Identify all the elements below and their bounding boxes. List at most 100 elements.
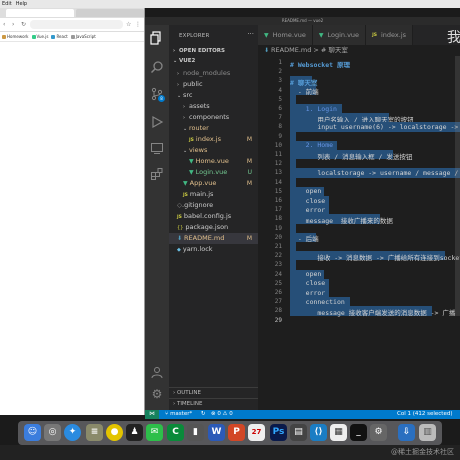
code-line: localstorage -> username / message / i	[290, 168, 460, 177]
file-tree-item[interactable]: ◆ yarn.lock	[169, 244, 258, 255]
finder-icon[interactable]: ☺	[24, 424, 41, 441]
forward-icon[interactable]: ›	[12, 21, 18, 28]
app-c-icon[interactable]: C	[167, 424, 184, 441]
selection-highlight	[290, 260, 296, 270]
problems-status[interactable]: ⊗ 0 ⚠ 0	[211, 410, 233, 419]
vue-file-icon: ▼	[318, 31, 324, 39]
js-file-icon: JS	[177, 215, 182, 220]
file-tree-item[interactable]: ⌄ router	[169, 123, 258, 134]
file-tree-item[interactable]: JS main.js	[169, 189, 258, 200]
file-tree-item[interactable]: ⌄ src	[169, 90, 258, 101]
line-number: 1	[278, 59, 282, 66]
line-number: 2	[278, 68, 282, 76]
terminal-icon[interactable]: _	[350, 424, 367, 441]
browser-tab[interactable]	[6, 9, 74, 17]
file-tree-item[interactable]: › node_modules	[169, 68, 258, 79]
extensions-icon[interactable]	[150, 167, 164, 181]
editor-scrollbar[interactable]	[455, 56, 460, 316]
line-number: 8	[278, 123, 282, 131]
downloads-folder-icon[interactable]: ⇩	[398, 424, 415, 441]
settings-gear-icon[interactable]: ⚙	[150, 387, 164, 401]
back-icon[interactable]: ‹	[3, 21, 9, 28]
app-icon[interactable]: ▮	[187, 424, 204, 441]
code-line: close	[290, 196, 326, 205]
lock-file-icon: ◆	[177, 247, 181, 253]
bookmark-item[interactable]: React	[51, 34, 68, 39]
calendar-icon[interactable]: 27	[248, 424, 265, 441]
notes-icon[interactable]: ≡	[86, 424, 103, 441]
file-tree-item[interactable]: {} package.json	[169, 222, 258, 233]
bookmark-item[interactable]: JavaScript	[70, 34, 96, 39]
wechat-icon[interactable]: ✉	[146, 424, 163, 441]
bookmark-item[interactable]: Homework	[2, 34, 29, 39]
powerpoint-icon[interactable]: P	[228, 424, 245, 441]
word-icon[interactable]: W	[208, 424, 225, 441]
file-tree-item[interactable]: › components	[169, 112, 258, 123]
sync-icon[interactable]: ↻	[201, 410, 206, 419]
outline-section[interactable]: › OUTLINE	[169, 387, 258, 398]
qq-icon[interactable]: ♟	[126, 424, 143, 441]
search-icon[interactable]	[150, 60, 164, 74]
address-bar[interactable]	[30, 20, 123, 29]
selection-highlight	[290, 242, 296, 252]
safari-icon[interactable]: ✦	[64, 424, 81, 441]
menu-icon[interactable]: ⋮	[135, 21, 141, 28]
source-control-icon[interactable]: 8	[150, 87, 165, 102]
selection-highlight	[290, 94, 296, 104]
menu-help[interactable]: Help	[16, 1, 27, 7]
vue-file-icon: ▼	[264, 31, 269, 39]
chrome-icon[interactable]: ●	[106, 424, 123, 441]
system-preferences-icon[interactable]: ⚙	[370, 424, 387, 441]
line-number: 14	[274, 178, 282, 186]
branch-status[interactable]: ⑂ master*	[165, 410, 192, 419]
vscode-dock-icon[interactable]: ⟨⟩	[310, 424, 327, 441]
file-tree-item[interactable]: ◇.gitignore	[169, 200, 258, 211]
code-line: input username(6) -> localstorage -> e	[290, 122, 460, 131]
accounts-icon[interactable]	[150, 365, 164, 379]
cursor-position[interactable]: Col 1 (412 selected)	[397, 410, 452, 419]
tab-overflow-text: 我	[447, 30, 460, 46]
line-number: 25	[274, 279, 282, 287]
browser-toolbar: ‹ › ↻ ☆ ⋮	[0, 18, 144, 32]
browser-tab[interactable]	[76, 9, 144, 17]
editor-tab[interactable]: ▼ Home.vue	[258, 25, 313, 45]
code-line: close	[290, 279, 326, 288]
file-tree-label: components	[189, 113, 230, 121]
breadcrumb[interactable]: ⬇ README.md > # 聊天室	[258, 45, 460, 56]
more-actions-icon[interactable]: ···	[247, 30, 254, 38]
line-number: 15	[274, 187, 282, 195]
bookmark-icon	[70, 34, 75, 39]
remote-explorer-icon[interactable]	[150, 141, 164, 155]
trash-icon[interactable]: ▥	[419, 424, 436, 441]
run-debug-icon[interactable]	[150, 115, 164, 129]
file-tree-item[interactable]: › public	[169, 79, 258, 90]
editor-tab[interactable]: ▼ Login.vue	[312, 25, 367, 45]
file-tree-item[interactable]: ▼ Login.vue U	[169, 167, 258, 178]
launchpad-icon[interactable]: ◎	[44, 424, 61, 441]
app-icon[interactable]: ▤	[290, 424, 307, 441]
preview-icon[interactable]: ▦	[330, 424, 347, 441]
menu-edit[interactable]: Edit	[2, 1, 12, 7]
git-status-badge: M	[246, 158, 252, 165]
tab-label: Login.vue	[327, 31, 360, 39]
line-number: 16	[274, 197, 282, 204]
photoshop-icon[interactable]: Ps	[270, 424, 287, 441]
project-section[interactable]: ⌄ VUE2	[169, 56, 258, 67]
file-tree-item[interactable]: JS index.js M	[169, 134, 258, 145]
file-tree-item[interactable]: ▼ App.vue M	[169, 178, 258, 189]
file-tree-item[interactable]: ▼ Home.vue M	[169, 156, 258, 167]
code-line: # Websocket 原理	[290, 60, 350, 69]
star-icon[interactable]: ☆	[126, 21, 132, 28]
editor-tab[interactable]: JS index.js	[366, 25, 414, 45]
bookmark-item[interactable]: Vue.js	[31, 34, 48, 39]
explorer-icon[interactable]	[150, 31, 164, 45]
tab-label: index.js	[380, 31, 407, 39]
file-tree-item[interactable]: ⬇ README.md M	[169, 233, 258, 244]
file-tree-item[interactable]: › assets	[169, 101, 258, 112]
file-tree-item[interactable]: JS babel.config.js	[169, 211, 258, 222]
file-tree-item[interactable]: ⌄ views	[169, 145, 258, 156]
reload-icon[interactable]: ↻	[21, 21, 27, 28]
code-editor[interactable]: 1 # Websocket 原理 2 3 # 聊天室 4 - 前端 5 6 1. Login 7…	[258, 56, 460, 410]
timeline-section[interactable]: › TIMELINE	[169, 398, 258, 409]
remote-indicator-icon[interactable]: ⋈	[145, 410, 159, 419]
